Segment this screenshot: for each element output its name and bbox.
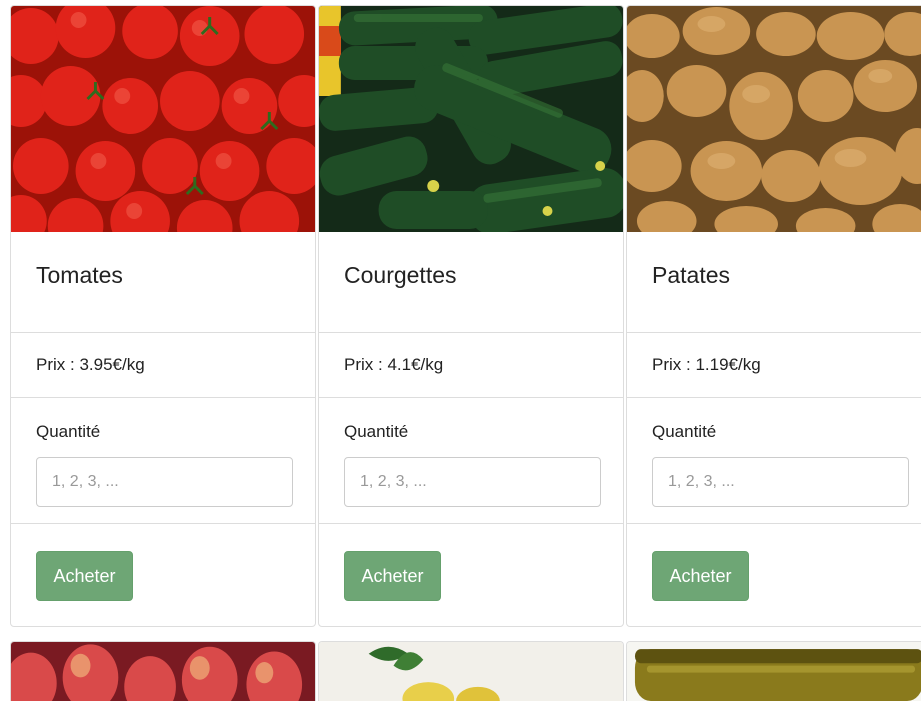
oil-photo: [627, 642, 921, 701]
product-name: Courgettes: [344, 262, 457, 288]
product-price: Prix : 1.19€/kg: [652, 355, 761, 374]
card-title-section: Patates: [627, 232, 921, 332]
card-price-section: Prix : 3.95€/kg: [11, 332, 315, 397]
quantity-input[interactable]: [36, 457, 293, 507]
quantity-input[interactable]: [652, 457, 909, 507]
card-buy-section: Acheter: [319, 523, 623, 626]
card-title-section: Courgettes: [319, 232, 623, 332]
product-card-tomates: Tomates Prix : 3.95€/kg Quantité Acheter: [10, 5, 316, 627]
product-card-oil-partial: [626, 641, 921, 701]
quantity-label: Quantité: [36, 422, 101, 441]
product-name: Patates: [652, 262, 730, 288]
tomatoes-photo: [11, 6, 315, 232]
product-card-lemons-partial: [318, 641, 624, 701]
card-quantity-section: Quantité: [11, 397, 315, 523]
card-title-section: Tomates: [11, 232, 315, 332]
potatoes-photo: [627, 6, 921, 232]
card-quantity-section: Quantité: [319, 397, 623, 523]
quantity-label: Quantité: [652, 422, 717, 441]
product-grid: Tomates Prix : 3.95€/kg Quantité Acheter: [0, 0, 921, 701]
lemons-photo: [319, 642, 623, 701]
card-price-section: Prix : 4.1€/kg: [319, 332, 623, 397]
product-card-apples-partial: [10, 641, 316, 701]
quantity-input[interactable]: [344, 457, 601, 507]
product-card-patates: Patates Prix : 1.19€/kg Quantité Acheter: [626, 5, 921, 627]
product-name: Tomates: [36, 262, 123, 288]
card-quantity-section: Quantité: [627, 397, 921, 523]
product-price: Prix : 4.1€/kg: [344, 355, 444, 374]
apples-photo: [11, 642, 315, 701]
product-card-courgettes: Courgettes Prix : 4.1€/kg Quantité Achet…: [318, 5, 624, 627]
courgettes-photo: [319, 6, 623, 232]
quantity-label: Quantité: [344, 422, 409, 441]
card-buy-section: Acheter: [627, 523, 921, 626]
card-price-section: Prix : 1.19€/kg: [627, 332, 921, 397]
buy-button[interactable]: Acheter: [652, 551, 749, 601]
buy-button[interactable]: Acheter: [36, 551, 133, 601]
card-buy-section: Acheter: [11, 523, 315, 626]
buy-button[interactable]: Acheter: [344, 551, 441, 601]
product-price: Prix : 3.95€/kg: [36, 355, 145, 374]
